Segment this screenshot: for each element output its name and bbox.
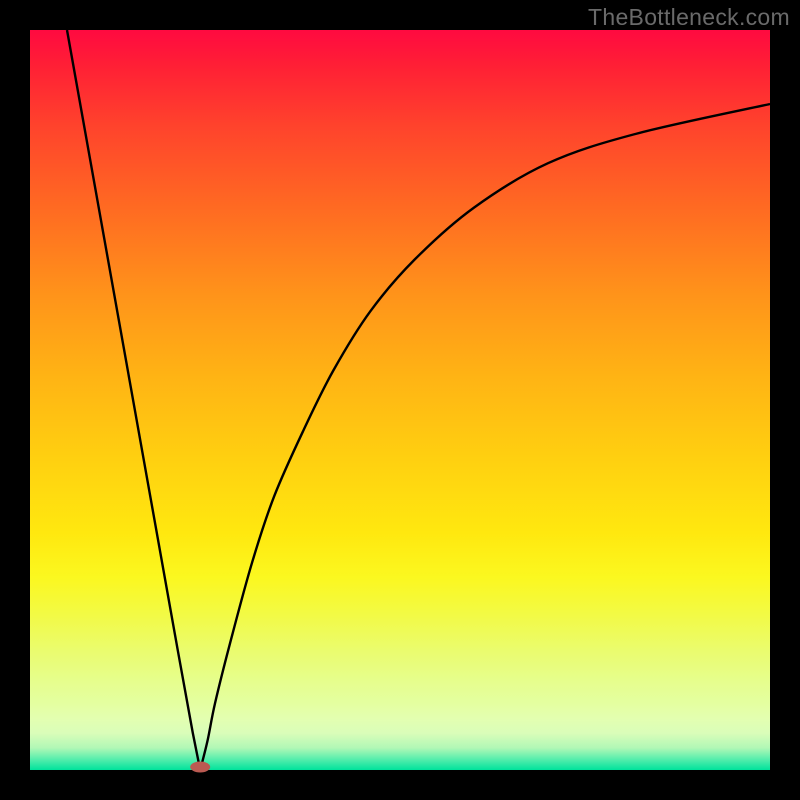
plot-area	[30, 30, 770, 770]
bottleneck-curve	[30, 30, 770, 770]
minimum-marker	[190, 762, 210, 773]
chart-container: TheBottleneck.com	[0, 0, 800, 800]
watermark-text: TheBottleneck.com	[588, 4, 790, 31]
curve-path	[67, 30, 770, 770]
